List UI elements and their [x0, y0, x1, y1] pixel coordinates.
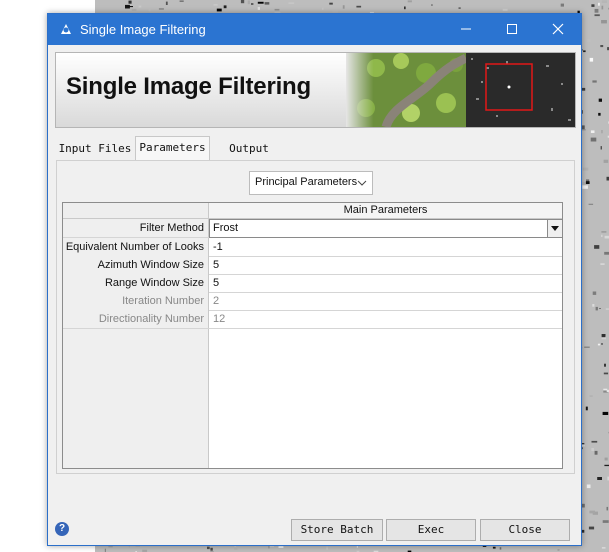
- exec-button[interactable]: Exec: [386, 519, 476, 541]
- store-batch-button[interactable]: Store Batch: [291, 519, 383, 541]
- banner-image: [346, 53, 575, 127]
- parameters-table: Main Parameters Filter Method Frost Equi…: [62, 202, 563, 469]
- row-label: Azimuth Window Size: [63, 256, 209, 274]
- banner-title: Single Image Filtering: [66, 73, 311, 100]
- row-label: Equivalent Number of Looks: [63, 238, 209, 256]
- chevron-down-icon: [357, 180, 367, 186]
- table-header: Main Parameters: [209, 203, 562, 219]
- table-row-azimuth-window-size: Azimuth Window Size 5: [63, 256, 562, 275]
- maximize-icon: [507, 24, 517, 34]
- row-label: Filter Method: [63, 219, 209, 237]
- row-label: Range Window Size: [63, 274, 209, 292]
- header-banner: Single Image Filtering: [55, 52, 576, 128]
- filter-method-value: Frost: [213, 222, 239, 234]
- filter-method-dropdown-button[interactable]: [547, 220, 562, 237]
- minimize-icon: [461, 28, 471, 30]
- range-window-size-field[interactable]: 5: [213, 274, 219, 292]
- directionality-number-field: 12: [213, 313, 226, 325]
- window-title: Single Image Filtering: [80, 22, 206, 37]
- parameters-panel: Principal Parameters Main Parameters Fil…: [56, 160, 575, 474]
- maximize-button[interactable]: [489, 14, 535, 45]
- dialog-window: Single Image Filtering Single Image Filt…: [47, 13, 582, 546]
- close-window-button[interactable]: [535, 14, 581, 45]
- table-row-iteration-number: Iteration Number 2: [63, 292, 562, 311]
- close-button[interactable]: Close: [480, 519, 570, 541]
- section-selector-dropdown[interactable]: Principal Parameters: [249, 171, 373, 195]
- row-label: Directionality Number: [63, 310, 209, 328]
- app-icon: [58, 21, 74, 37]
- table-row-directionality-number: Directionality Number 12: [63, 310, 562, 329]
- iteration-number-field: 2: [213, 295, 220, 307]
- title-bar[interactable]: Single Image Filtering: [48, 14, 581, 45]
- azimuth-window-size-field[interactable]: 5: [213, 256, 219, 274]
- tab-output-files[interactable]: Output Files: [210, 138, 288, 177]
- section-selector-value: Principal Parameters: [255, 176, 358, 188]
- tab-parameters[interactable]: Parameters: [135, 136, 210, 161]
- dropdown-arrow-icon: [551, 226, 559, 231]
- table-row-range-window-size: Range Window Size 5: [63, 274, 562, 293]
- close-icon: [552, 23, 564, 35]
- minimize-button[interactable]: [443, 14, 489, 45]
- filter-method-select[interactable]: Frost: [209, 219, 563, 238]
- table-row-equivalent-number-of-looks: Equivalent Number of Looks -1: [63, 238, 562, 257]
- table-corner-header: [63, 203, 208, 219]
- help-icon[interactable]: ?: [55, 522, 69, 536]
- equivalent-number-of-looks-field[interactable]: -1: [213, 238, 223, 256]
- table-row-filter-method: Filter Method Frost: [63, 219, 563, 238]
- tab-input-files[interactable]: Input Files: [58, 138, 132, 160]
- row-label: Iteration Number: [63, 292, 209, 310]
